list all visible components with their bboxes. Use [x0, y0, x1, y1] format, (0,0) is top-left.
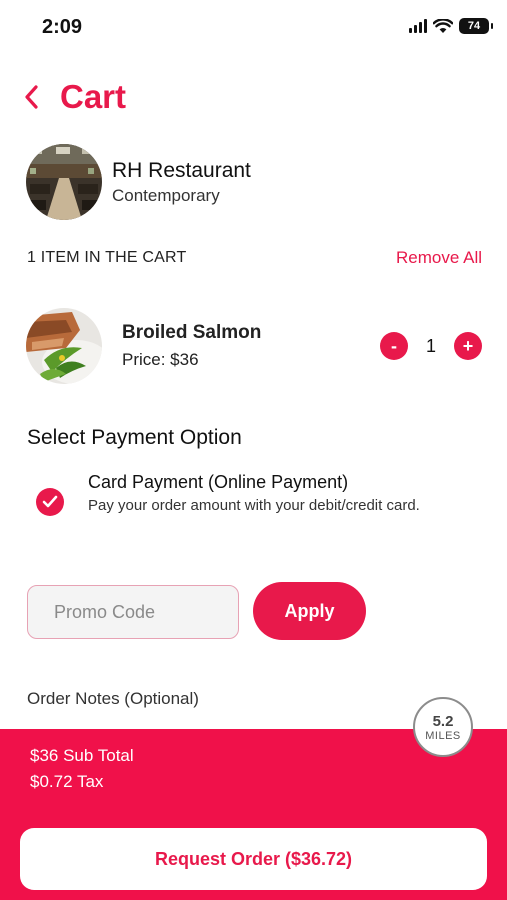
check-icon[interactable] — [36, 488, 64, 516]
status-icons: 74 — [409, 18, 493, 34]
status-time: 2:09 — [42, 16, 83, 38]
restaurant-info: RH Restaurant Contemporary — [26, 144, 251, 220]
tax: $0.72 Tax — [30, 772, 104, 791]
promo-code-input[interactable] — [27, 585, 239, 639]
restaurant-avatar — [26, 144, 102, 220]
quantity-value: 1 — [426, 335, 437, 356]
quantity-stepper: - 1 + — [380, 332, 482, 360]
decrease-quantity-button[interactable]: - — [380, 332, 408, 360]
signal-icon — [409, 19, 427, 33]
header: Cart — [20, 78, 126, 116]
distance-badge: 5.2 MILES — [413, 697, 473, 757]
page-title: Cart — [60, 78, 127, 115]
wifi-icon — [433, 18, 453, 33]
payment-option-description: Pay your order amount with your debit/cr… — [88, 497, 420, 514]
remove-all-button[interactable]: Remove All — [396, 248, 482, 268]
item-image — [26, 308, 102, 384]
apply-button[interactable]: Apply — [253, 582, 366, 640]
status-bar: 2:09 74 — [0, 0, 507, 54]
distance-value: 5.2 — [432, 712, 454, 730]
cart-item: Broiled Salmon Price: $36 - 1 + — [26, 308, 482, 384]
restaurant-name: RH Restaurant — [112, 158, 251, 182]
item-name: Broiled Salmon — [122, 322, 262, 343]
payment-option-name: Card Payment (Online Payment) — [88, 472, 349, 492]
chevron-left-icon[interactable] — [20, 81, 42, 113]
cart-summary-row: 1 ITEM IN THE CART Remove All — [27, 248, 482, 268]
restaurant-cuisine: Contemporary — [112, 185, 220, 205]
payment-section-title: Select Payment Option — [27, 426, 242, 449]
subtotal: $36 Sub Total — [30, 746, 134, 765]
cart-item-count: 1 ITEM IN THE CART — [27, 249, 187, 266]
request-order-button[interactable]: Request Order ($36.72) — [20, 828, 487, 890]
distance-unit: MILES — [425, 729, 461, 742]
item-price: Price: $36 — [122, 350, 199, 369]
battery-icon: 74 — [459, 18, 493, 34]
increase-quantity-button[interactable]: + — [454, 332, 482, 360]
order-notes-label: Order Notes (Optional) — [27, 689, 199, 708]
